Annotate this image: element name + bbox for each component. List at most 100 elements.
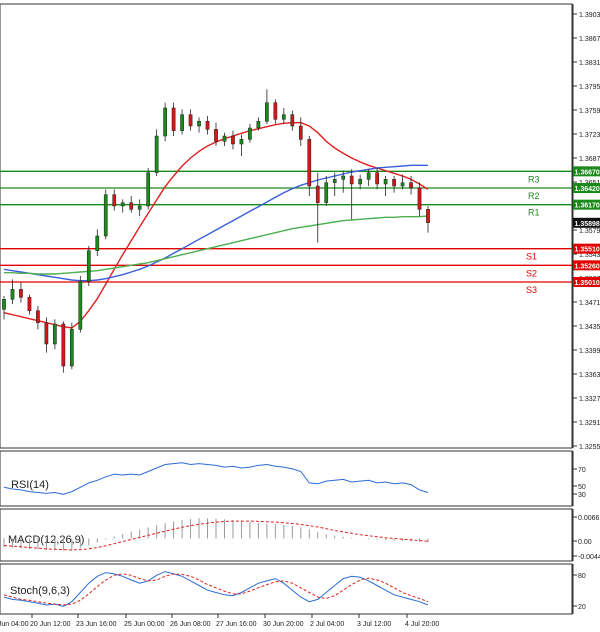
candle-body: [69, 329, 74, 367]
level-price-label: 1.36170: [575, 203, 600, 210]
candle-body: [61, 323, 66, 367]
candle-body: [383, 179, 388, 185]
level-name-s1: S1: [526, 252, 537, 262]
price-tick-label: 1.33990: [579, 348, 600, 355]
x-tick-label: 3 Jul 12:00: [357, 621, 391, 628]
main-plot-area: [0, 3, 573, 449]
indicator-tick-label: 0.00: [578, 539, 592, 546]
x-tick-label: 1 Jun 04:00: [0, 621, 29, 628]
candle-body: [171, 107, 176, 131]
candle-body: [290, 114, 295, 127]
indicator-plot-area: [0, 508, 573, 562]
candle-body: [188, 114, 193, 127]
candle-body: [273, 102, 278, 120]
x-tick-label: 2 Jul 04:00: [310, 621, 344, 628]
indicator-plot-area: [0, 563, 573, 615]
indicator-name: Stoch(9,6,3): [10, 585, 70, 597]
level-price-label: 1.35260: [575, 263, 600, 270]
main-pane: 1.39030 1.38670 1.38310 1.37950 1.37590 1.372…: [0, 3, 600, 451]
price-tick-label: 1.36870: [579, 156, 600, 163]
candle-body: [27, 297, 32, 311]
candle-body: [256, 121, 261, 129]
candle-body: [281, 114, 286, 120]
candle-body: [375, 172, 379, 185]
price-tick-label: 1.32910: [579, 420, 600, 427]
indicator-tick-label: 20: [578, 604, 586, 611]
candle-body: [417, 187, 422, 210]
indicator-tick-label: -0.004403: [578, 554, 600, 561]
last-price-label: 1.35898: [575, 221, 600, 228]
indicator-tick-label: 80: [578, 573, 586, 580]
x-axis: 1 Jun 04:0020 Jun 12:00 23 Jun 16:00 25 Ju…: [0, 614, 439, 628]
candle-body: [341, 175, 346, 180]
x-tick-label: 25 Jun 00:00: [124, 621, 165, 628]
x-tick-label: 30 Jun 20:00: [263, 621, 304, 628]
price-tick-label: 1.32550: [579, 444, 600, 451]
level-name-r2: R2: [528, 191, 540, 201]
candle-body: [214, 129, 218, 142]
price-tick-label: 1.33270: [579, 396, 600, 403]
candle-body: [129, 202, 134, 210]
candle-body: [400, 182, 405, 187]
level-name-s2: S2: [526, 268, 537, 278]
chart: 1.39030 1.38670 1.38310 1.37950 1.37590 1.372…: [0, 3, 600, 628]
candle-body: [222, 135, 227, 142]
candle-body: [366, 172, 371, 180]
candle-body: [349, 175, 354, 185]
candle-body: [154, 135, 159, 173]
candle-body: [265, 102, 269, 122]
candle-body: [324, 182, 329, 203]
level-price-label: 1.35010: [575, 280, 600, 287]
level-name-s3: S3: [526, 285, 537, 295]
candle-body: [307, 139, 312, 187]
price-tick-label: 1.39030: [579, 12, 600, 19]
candle-body: [10, 289, 15, 300]
level-price-label: 1.36670: [575, 169, 600, 176]
price-tick-label: 1.35790: [579, 228, 600, 235]
candle-body: [231, 135, 235, 145]
indicator-tick-label: 30: [578, 492, 586, 499]
candle-body: [19, 289, 23, 298]
level-price-label: 1.36420: [575, 186, 600, 193]
indicator-tick-label: 70: [578, 467, 586, 474]
x-tick-label: 27 Jun 16:00: [216, 621, 257, 628]
candle-body: [95, 235, 100, 251]
indicator-tick-label: 0.006615: [578, 515, 600, 522]
price-tick-label: 1.34350: [579, 324, 600, 331]
price-tick-label: 1.38670: [579, 36, 600, 43]
macd-pane: 0.0066150.00-0.004403MACD(12,26,9): [0, 508, 600, 562]
candle-body: [163, 107, 167, 137]
candle-body: [239, 139, 244, 145]
candle-body: [248, 127, 252, 140]
stoch-pane: 80 20 Stoch(9,6,3): [0, 563, 586, 615]
indicator-tick-label: 50: [578, 484, 586, 491]
price-tick-label: 1.38310: [579, 60, 600, 67]
candle-body: [332, 179, 337, 183]
candle-body: [146, 172, 151, 207]
price-tick-label: 1.37950: [579, 84, 600, 91]
candle-body: [120, 202, 125, 207]
rsi-pane: 705030RSI(14): [0, 450, 586, 507]
level-price-label: 1.35510: [575, 247, 600, 254]
candle-body: [112, 194, 117, 207]
x-tick-label: 20 Jun 12:00: [30, 621, 71, 628]
candle-body: [53, 323, 57, 345]
level-name-r1: R1: [528, 208, 540, 218]
candle-body: [409, 182, 413, 189]
candle-body: [358, 179, 363, 185]
price-tick-label: 1.37590: [579, 108, 600, 115]
candle-body: [315, 185, 320, 203]
candle-body: [426, 209, 430, 223]
candle-body: [36, 310, 40, 323]
candle-body: [86, 250, 91, 282]
candle-body: [392, 179, 396, 187]
candle-body: [103, 194, 108, 237]
candle-body: [137, 205, 142, 210]
price-tick-label: 1.37230: [579, 132, 600, 139]
candle-body: [78, 281, 83, 330]
x-tick-label: 4 Jul 20:00: [405, 621, 439, 628]
candle-body: [2, 299, 6, 310]
level-name-r3: R3: [528, 174, 540, 184]
candle-body: [298, 125, 303, 140]
candle-body: [44, 322, 49, 345]
